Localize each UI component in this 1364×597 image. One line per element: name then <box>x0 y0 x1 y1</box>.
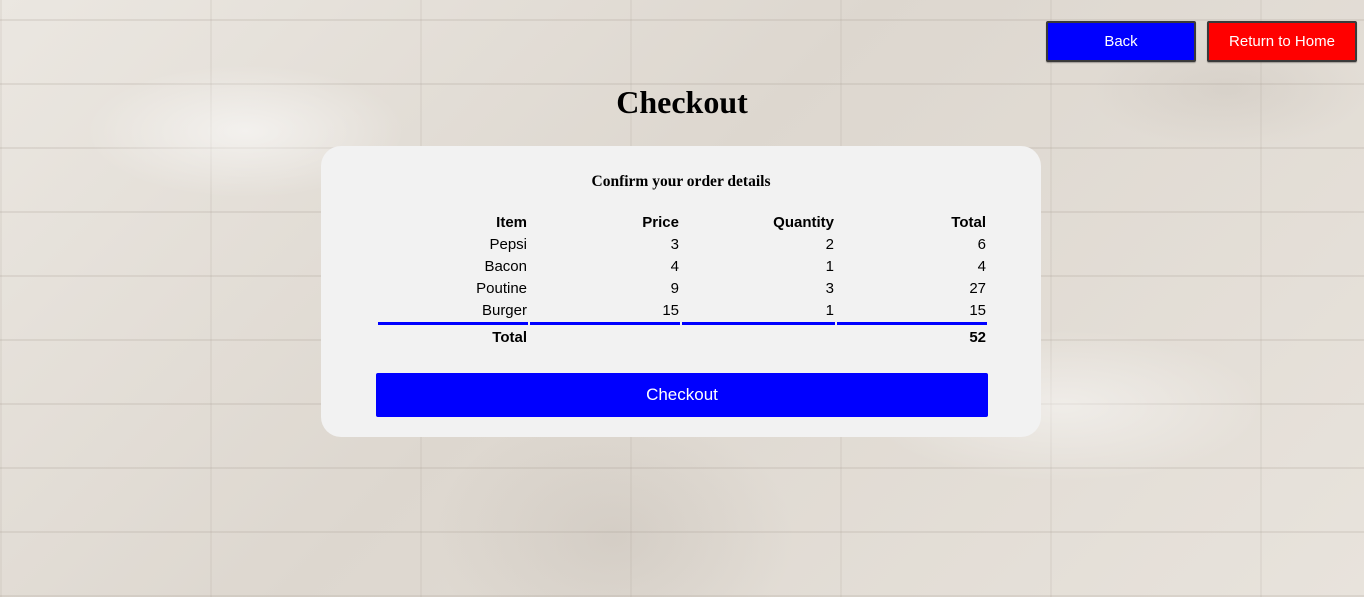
cell-price: 15 <box>530 300 680 325</box>
cell-quantity: 1 <box>682 300 835 325</box>
order-subtitle: Confirm your order details <box>591 173 771 190</box>
cell-total: 6 <box>977 236 986 253</box>
column-header-quantity: Quantity <box>773 214 834 231</box>
table-header-row: Item Price Quantity Total <box>378 212 987 234</box>
table-row: Bacon 4 1 4 <box>378 256 987 278</box>
order-table: Item Price Quantity Total Pepsi 3 2 6 Ba… <box>376 212 989 350</box>
cell-total: 4 <box>977 258 986 275</box>
cell-total: 15 <box>837 300 987 325</box>
grand-total-label: Total <box>492 329 527 346</box>
cell-item: Poutine <box>476 280 527 297</box>
table-row: Burger 15 1 15 <box>378 300 987 325</box>
table-row: Poutine 9 3 27 <box>378 278 987 300</box>
back-button[interactable]: Back <box>1046 21 1196 62</box>
page-title: Checkout <box>616 84 748 120</box>
cell-item: Bacon <box>484 258 527 275</box>
empty-cell <box>682 325 835 350</box>
grand-total-row: Total 52 <box>378 325 987 350</box>
empty-cell <box>530 325 680 350</box>
page-background: { "nav": { "back_label": "Back", "home_l… <box>0 0 1364 597</box>
column-header-price: Price <box>642 214 679 231</box>
cell-total: 27 <box>969 280 986 297</box>
cell-price: 4 <box>670 258 679 275</box>
cell-item: Pepsi <box>489 236 527 253</box>
cell-quantity: 2 <box>825 236 834 253</box>
top-nav-buttons: Back Return to Home <box>1046 21 1357 62</box>
column-header-item: Item <box>496 214 527 231</box>
cell-item: Burger <box>378 300 528 325</box>
column-header-total: Total <box>951 214 986 231</box>
grand-total-value: 52 <box>969 329 986 346</box>
cell-quantity: 3 <box>825 280 834 297</box>
cell-quantity: 1 <box>825 258 834 275</box>
cell-price: 9 <box>670 280 679 297</box>
table-row: Pepsi 3 2 6 <box>378 234 987 256</box>
return-home-button[interactable]: Return to Home <box>1207 21 1357 62</box>
order-summary-card: Confirm your order details Item Price Qu… <box>321 146 1041 437</box>
cell-price: 3 <box>670 236 679 253</box>
checkout-button[interactable]: Checkout <box>376 373 988 417</box>
